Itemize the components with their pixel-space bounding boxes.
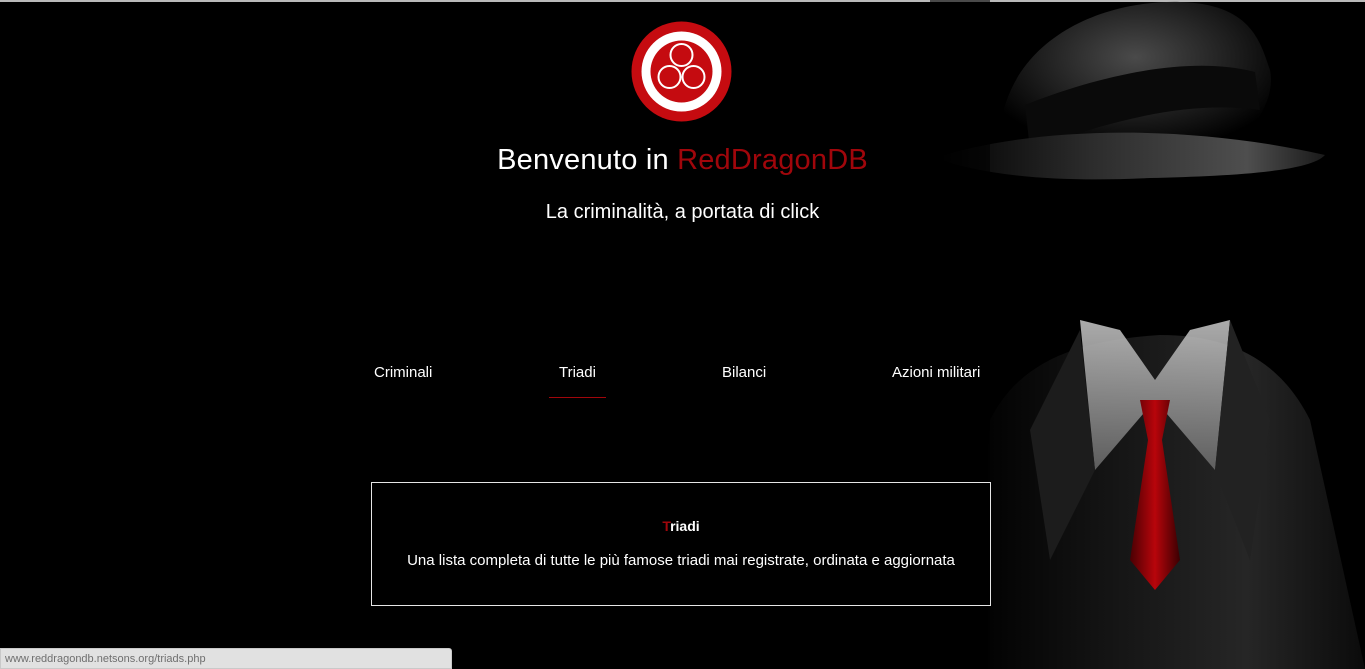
card-title-rest: riadi <box>670 518 700 534</box>
nav-triadi[interactable]: Triadi <box>549 362 606 398</box>
nav-criminali[interactable]: Criminali <box>374 362 432 392</box>
card-description: Una lista completa di tutte le più famos… <box>407 552 955 569</box>
browser-status-bar: www.reddragondb.netsons.org/triads.php <box>0 648 452 669</box>
page: Benvenuto in RedDragonDB La criminalità,… <box>0 0 1365 669</box>
triadi-card[interactable]: Triadi Una lista completa di tutte le pi… <box>371 482 991 606</box>
tagline: La criminalità, a portata di click <box>545 201 820 223</box>
nav-azioni-militari[interactable]: Azioni militari <box>892 362 980 392</box>
page-title: Benvenuto in RedDragonDB <box>0 140 1365 180</box>
hat-man-background-image <box>930 0 1365 669</box>
welcome-text: Benvenuto in <box>497 144 678 176</box>
card-title: Triadi <box>372 518 990 534</box>
nav-bilanci[interactable]: Bilanci <box>722 362 766 392</box>
brand-name: RedDragonDB <box>677 144 868 176</box>
card-title-first-letter: T <box>662 518 671 534</box>
three-circles-logo-icon[interactable] <box>631 21 732 122</box>
